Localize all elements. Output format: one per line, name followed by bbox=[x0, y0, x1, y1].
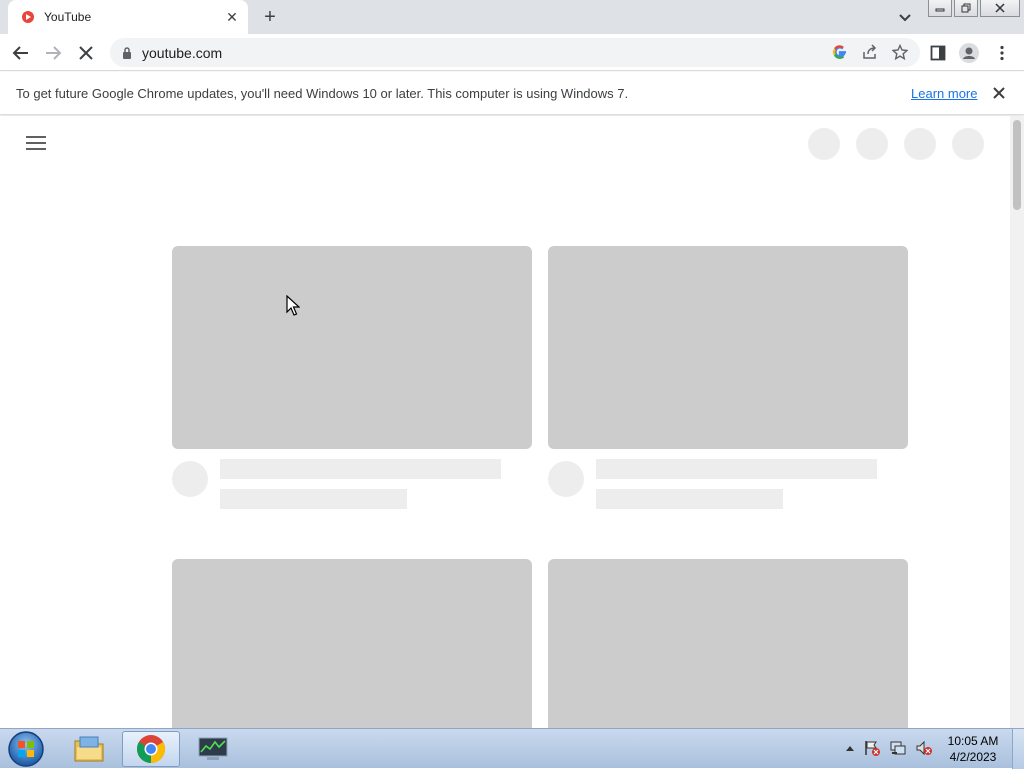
forward-arrow-icon bbox=[46, 46, 62, 60]
tab-title: YouTube bbox=[44, 10, 92, 24]
menu-button[interactable] bbox=[991, 42, 1013, 64]
minimize-button[interactable] bbox=[928, 0, 952, 17]
google-g-icon[interactable] bbox=[832, 44, 848, 60]
bookmark-star-icon[interactable] bbox=[892, 44, 908, 60]
channel-avatar-placeholder bbox=[172, 461, 208, 497]
title-placeholder bbox=[596, 459, 877, 479]
profile-button[interactable] bbox=[958, 42, 980, 64]
forward-button[interactable] bbox=[42, 42, 64, 64]
back-arrow-icon bbox=[12, 46, 28, 60]
guide-menu-icon[interactable] bbox=[26, 136, 46, 152]
action-center-flag-icon[interactable] bbox=[863, 739, 881, 757]
clock-time: 10:05 AM bbox=[947, 734, 999, 748]
video-thumbnail-placeholder[interactable] bbox=[172, 559, 532, 728]
profile-avatar-icon bbox=[959, 43, 979, 63]
close-window-button[interactable] bbox=[980, 0, 1020, 17]
side-panel-icon bbox=[930, 45, 946, 61]
restore-button[interactable] bbox=[954, 0, 978, 17]
title-placeholder bbox=[220, 459, 501, 479]
tab-youtube[interactable]: YouTube ✕ bbox=[8, 0, 248, 34]
share-icon[interactable] bbox=[862, 44, 878, 60]
taskbar-explorer[interactable] bbox=[60, 731, 118, 767]
kebab-menu-icon bbox=[1000, 45, 1004, 61]
folder-icon bbox=[74, 736, 104, 762]
header-placeholder-circle bbox=[952, 128, 984, 160]
learn-more-link[interactable]: Learn more bbox=[911, 86, 977, 101]
metadata-placeholder bbox=[220, 489, 407, 509]
system-tray bbox=[845, 739, 933, 757]
network-icon[interactable] bbox=[889, 739, 907, 757]
new-tab-button[interactable]: + bbox=[258, 6, 282, 28]
omnibox-actions bbox=[832, 44, 908, 60]
stop-x-icon bbox=[79, 46, 93, 60]
window-controls bbox=[926, 0, 1020, 17]
metadata-placeholder bbox=[596, 489, 783, 509]
chrome-icon bbox=[137, 735, 165, 763]
header-placeholder-circle bbox=[856, 128, 888, 160]
show-hidden-icons-icon[interactable] bbox=[845, 744, 855, 752]
start-button[interactable] bbox=[6, 730, 46, 768]
youtube-favicon-icon bbox=[22, 11, 34, 23]
taskbar-chrome[interactable] bbox=[122, 731, 180, 767]
taskbar-task-manager[interactable] bbox=[184, 731, 242, 767]
header-placeholder-circle bbox=[904, 128, 936, 160]
url-text: youtube.com bbox=[142, 45, 223, 61]
taskbar-clock[interactable]: 10:05 AM 4/2/2023 bbox=[940, 733, 1006, 765]
side-panel-button[interactable] bbox=[927, 42, 949, 64]
video-thumbnail-placeholder[interactable] bbox=[172, 246, 532, 449]
address-bar[interactable]: youtube.com bbox=[110, 38, 920, 67]
tab-strip: YouTube ✕ + bbox=[0, 0, 1024, 34]
back-button[interactable] bbox=[10, 42, 32, 64]
youtube-page bbox=[0, 116, 1010, 728]
browser-toolbar: youtube.com bbox=[0, 34, 1024, 71]
windows-taskbar: 10:05 AM 4/2/2023 bbox=[0, 728, 1024, 769]
video-thumbnail-placeholder[interactable] bbox=[548, 559, 908, 728]
update-infobar: To get future Google Chrome updates, you… bbox=[0, 72, 1024, 115]
clock-date: 4/2/2023 bbox=[949, 750, 997, 764]
infobar-message: To get future Google Chrome updates, you… bbox=[16, 86, 629, 101]
header-placeholder-circle bbox=[808, 128, 840, 160]
lock-icon[interactable] bbox=[122, 47, 132, 59]
volume-muted-icon[interactable] bbox=[915, 739, 933, 757]
tab-search-chevron-icon[interactable] bbox=[896, 8, 914, 26]
page-scrollbar[interactable] bbox=[1010, 116, 1024, 728]
tab-close-icon[interactable]: ✕ bbox=[224, 9, 240, 25]
video-thumbnail-placeholder[interactable] bbox=[548, 246, 908, 449]
scrollbar-thumb[interactable] bbox=[1013, 120, 1021, 210]
infobar-close-icon[interactable] bbox=[990, 84, 1008, 102]
mouse-cursor-icon bbox=[286, 295, 300, 316]
show-desktop-button[interactable] bbox=[1012, 729, 1024, 769]
stop-loading-button[interactable] bbox=[75, 42, 97, 64]
channel-avatar-placeholder bbox=[548, 461, 584, 497]
task-manager-icon bbox=[198, 737, 228, 760]
